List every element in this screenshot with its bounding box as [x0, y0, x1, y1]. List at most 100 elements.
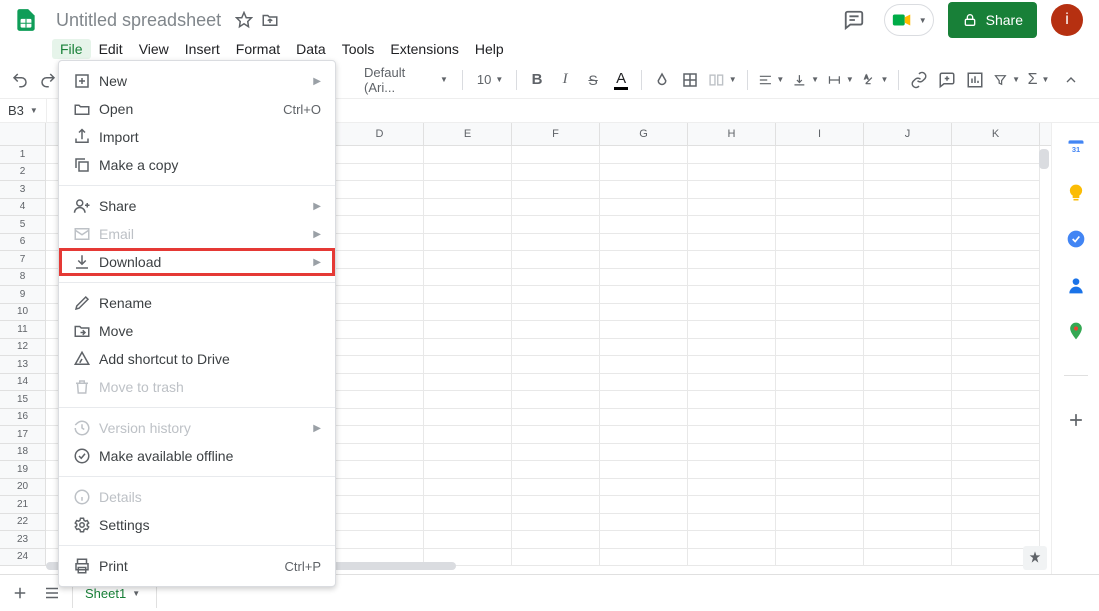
cell[interactable]	[688, 531, 776, 549]
cell[interactable]	[600, 234, 688, 252]
cell[interactable]	[776, 199, 864, 217]
cell[interactable]	[512, 251, 600, 269]
cell[interactable]	[512, 426, 600, 444]
cell[interactable]	[424, 461, 512, 479]
row-header[interactable]: 22	[0, 514, 46, 532]
row-header[interactable]: 23	[0, 531, 46, 549]
cell[interactable]	[424, 514, 512, 532]
cell[interactable]	[336, 321, 424, 339]
cell[interactable]	[512, 444, 600, 462]
cell[interactable]	[776, 251, 864, 269]
cell[interactable]	[952, 461, 1040, 479]
cell[interactable]	[776, 391, 864, 409]
cell[interactable]	[952, 216, 1040, 234]
menu-item-open[interactable]: OpenCtrl+O	[59, 95, 335, 123]
menu-item-add-shortcut-to-drive[interactable]: Add shortcut to Drive	[59, 345, 335, 373]
cell[interactable]	[688, 391, 776, 409]
cell[interactable]	[688, 199, 776, 217]
cell[interactable]	[952, 181, 1040, 199]
row-header[interactable]: 4	[0, 199, 46, 217]
cell[interactable]	[424, 181, 512, 199]
cell[interactable]	[336, 479, 424, 497]
column-header[interactable]: D	[336, 123, 424, 145]
cell[interactable]	[424, 251, 512, 269]
italic-button[interactable]: I	[553, 67, 577, 93]
cell[interactable]	[864, 374, 952, 392]
row-header[interactable]: 18	[0, 444, 46, 462]
cell[interactable]	[336, 391, 424, 409]
cell[interactable]	[776, 304, 864, 322]
column-header[interactable]: G	[600, 123, 688, 145]
cell[interactable]	[336, 426, 424, 444]
cell[interactable]	[688, 409, 776, 427]
cell[interactable]	[600, 304, 688, 322]
cell[interactable]	[952, 286, 1040, 304]
row-header[interactable]: 15	[0, 391, 46, 409]
row-header[interactable]: 7	[0, 251, 46, 269]
cell[interactable]	[688, 181, 776, 199]
row-header[interactable]: 20	[0, 479, 46, 497]
menu-insert[interactable]: Insert	[177, 39, 228, 59]
redo-button[interactable]	[36, 67, 60, 93]
cell[interactable]	[600, 514, 688, 532]
cell[interactable]	[512, 461, 600, 479]
move-to-folder-icon[interactable]	[261, 11, 279, 29]
comment-history-button[interactable]	[838, 4, 870, 36]
cell[interactable]	[336, 286, 424, 304]
cell[interactable]	[864, 216, 952, 234]
cell[interactable]	[336, 234, 424, 252]
cell[interactable]	[688, 514, 776, 532]
cell[interactable]	[512, 304, 600, 322]
row-header[interactable]: 11	[0, 321, 46, 339]
cell[interactable]	[688, 461, 776, 479]
strikethrough-button[interactable]: S	[581, 67, 605, 93]
menu-item-import[interactable]: Import	[59, 123, 335, 151]
cell[interactable]	[424, 286, 512, 304]
cell[interactable]	[776, 461, 864, 479]
cell[interactable]	[600, 164, 688, 182]
column-header[interactable]: E	[424, 123, 512, 145]
contacts-icon[interactable]	[1066, 275, 1086, 295]
cell[interactable]	[512, 181, 600, 199]
cell[interactable]	[864, 444, 952, 462]
cell[interactable]	[776, 479, 864, 497]
cell[interactable]	[512, 199, 600, 217]
cell[interactable]	[512, 356, 600, 374]
cell[interactable]	[600, 199, 688, 217]
cell[interactable]	[688, 164, 776, 182]
tasks-icon[interactable]	[1066, 229, 1086, 249]
cell[interactable]	[336, 164, 424, 182]
cell[interactable]	[688, 304, 776, 322]
add-sheet-button[interactable]	[8, 584, 32, 602]
cell[interactable]	[864, 391, 952, 409]
font-family-select[interactable]: Default (Ari...▼	[358, 67, 454, 93]
cell[interactable]	[952, 426, 1040, 444]
cell[interactable]	[600, 409, 688, 427]
cell[interactable]	[600, 479, 688, 497]
cell[interactable]	[864, 426, 952, 444]
cell[interactable]	[952, 146, 1040, 164]
calendar-icon[interactable]: 31	[1066, 137, 1086, 157]
cell[interactable]	[776, 514, 864, 532]
add-on-plus-icon[interactable]	[1066, 410, 1086, 430]
cell[interactable]	[864, 234, 952, 252]
cell[interactable]	[512, 391, 600, 409]
cell[interactable]	[600, 391, 688, 409]
cell[interactable]	[424, 199, 512, 217]
row-header[interactable]: 13	[0, 356, 46, 374]
cell[interactable]	[512, 531, 600, 549]
menu-item-download[interactable]: Download▶	[59, 248, 335, 276]
row-header[interactable]: 8	[0, 269, 46, 287]
cell[interactable]	[424, 304, 512, 322]
explore-button[interactable]	[1023, 546, 1047, 570]
cell[interactable]	[776, 216, 864, 234]
cell[interactable]	[776, 496, 864, 514]
bold-button[interactable]: B	[525, 67, 549, 93]
document-title[interactable]: Untitled spreadsheet	[50, 8, 227, 32]
cell[interactable]	[952, 234, 1040, 252]
cell[interactable]	[864, 181, 952, 199]
cell[interactable]	[952, 496, 1040, 514]
cell[interactable]	[952, 514, 1040, 532]
cell[interactable]	[600, 531, 688, 549]
cell[interactable]	[864, 251, 952, 269]
